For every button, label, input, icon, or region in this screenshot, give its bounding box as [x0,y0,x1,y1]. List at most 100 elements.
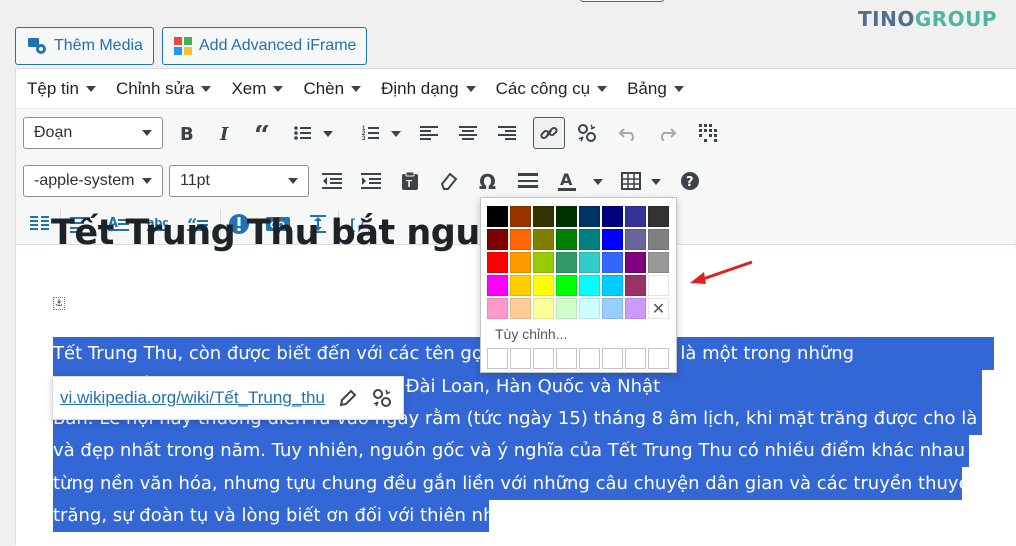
color-swatch[interactable] [487,252,508,273]
numbered-list-button[interactable]: 123 [356,118,386,148]
color-swatch[interactable] [533,275,554,296]
color-swatch[interactable] [625,229,646,250]
color-swatch[interactable] [602,298,623,319]
color-swatch[interactable] [648,275,669,296]
format-select[interactable]: Đoạn [23,117,163,149]
edit-link-button[interactable] [333,383,363,413]
color-swatch[interactable] [648,252,669,273]
bold-icon: B [180,124,194,142]
color-swatch[interactable] [556,252,577,273]
color-swatch[interactable] [625,252,646,273]
align-right-button[interactable] [492,118,522,148]
undo-button[interactable] [613,118,643,148]
menu-view[interactable]: Xem [230,79,292,99]
content-heading[interactable]: Tết Trung Thu bắt nguồ [51,213,504,253]
redo-button[interactable] [652,118,682,148]
indent-button[interactable] [356,166,386,196]
remove-link-button[interactable] [367,383,397,413]
color-swatch[interactable] [556,229,577,250]
color-swatch[interactable] [579,229,600,250]
italic-button[interactable]: I [210,118,240,148]
color-swatch[interactable] [579,252,600,273]
color-swatch[interactable] [510,252,531,273]
color-swatch[interactable] [602,275,623,296]
custom-color-slot[interactable] [533,348,554,369]
special-character-button[interactable]: Ω [473,166,503,196]
menu-insert[interactable]: Chèn [302,79,370,99]
help-button[interactable]: ? [675,166,705,196]
caret-icon [597,85,608,92]
bullet-list-button[interactable] [288,118,318,148]
text-color-icon: A [558,171,576,191]
color-swatch[interactable] [510,229,531,250]
align-left-button[interactable] [414,118,444,148]
color-swatch[interactable] [556,298,577,319]
bullet-list-caret-icon[interactable] [323,131,333,137]
custom-color-slot[interactable] [556,348,577,369]
color-swatch[interactable] [533,206,554,227]
text-color-caret-icon[interactable] [593,179,603,185]
menu-tools[interactable]: Các công cụ [495,79,617,99]
anchor-icon[interactable]: ⚓ [53,297,65,310]
color-swatch[interactable] [648,206,669,227]
color-swatch[interactable] [556,206,577,227]
top-stub-button[interactable] [580,0,664,2]
menu-table[interactable]: Bảng [626,79,693,99]
numbered-list-caret-icon[interactable] [391,131,401,137]
add-iframe-button[interactable]: Add Advanced iFrame [162,27,368,65]
color-swatch[interactable] [579,206,600,227]
color-swatch[interactable] [510,275,531,296]
menu-format[interactable]: Định dạng [380,79,485,99]
table-caret-icon[interactable] [651,179,661,185]
paste-text-button[interactable]: T [395,166,425,196]
custom-color-slot[interactable] [487,348,508,369]
link-url[interactable]: vi.wikipedia.org/wiki/Tết_Trung_thu [60,388,325,408]
paragraph-line[interactable]: và đẹp nhất trong năm. Tuy nhiên, nguồn … [53,434,969,467]
color-swatch[interactable] [487,298,508,319]
color-swatch[interactable] [510,206,531,227]
paragraph-line[interactable]: từng nền văn hóa, nhưng tựu chung đều gắ… [53,467,962,500]
custom-color-slot[interactable] [602,348,623,369]
color-swatch[interactable] [510,298,531,319]
color-swatch[interactable] [602,229,623,250]
remove-color-icon[interactable]: ✕ [648,298,669,319]
custom-color-slot[interactable] [510,348,531,369]
menu-file[interactable]: Tệp tin [26,79,105,99]
text-color-button[interactable]: A [552,166,582,196]
paragraph-line[interactable]: trăng, sự đoàn tụ và lòng biết ơn đối vớ… [53,499,489,532]
font-family-select[interactable]: -apple-system [23,165,163,197]
color-swatch[interactable] [579,275,600,296]
custom-color-link[interactable]: Tùy chỉnh... [495,326,567,342]
color-swatch[interactable] [533,298,554,319]
color-swatch[interactable] [625,206,646,227]
insert-link-button[interactable] [533,117,565,149]
italic-icon: I [219,124,229,142]
color-swatch[interactable] [487,229,508,250]
add-media-button[interactable]: Thêm Media [15,27,154,65]
color-swatch[interactable] [487,206,508,227]
blockquote-button[interactable]: “ [249,118,279,148]
table-button[interactable] [616,166,646,196]
color-swatch[interactable] [533,229,554,250]
outdent-button[interactable] [317,166,347,196]
color-swatch[interactable] [579,298,600,319]
color-swatch[interactable] [533,252,554,273]
custom-color-slot[interactable] [648,348,669,369]
color-swatch[interactable] [625,298,646,319]
custom-color-slot[interactable] [579,348,600,369]
unlink-button[interactable] [572,118,602,148]
color-swatch[interactable] [602,252,623,273]
font-size-select[interactable]: 11pt [169,165,309,197]
custom-color-slot[interactable] [625,348,646,369]
color-swatch[interactable] [625,275,646,296]
color-swatch[interactable] [487,275,508,296]
toolbar-toggle-button[interactable] [693,118,723,148]
color-swatch[interactable] [556,275,577,296]
clear-formatting-button[interactable] [434,166,464,196]
horizontal-line-button[interactable] [513,166,543,196]
bold-button[interactable]: B [171,118,201,148]
color-swatch[interactable] [602,206,623,227]
align-center-button[interactable] [453,118,483,148]
menu-edit[interactable]: Chỉnh sửa [115,79,220,99]
color-swatch[interactable] [648,229,669,250]
